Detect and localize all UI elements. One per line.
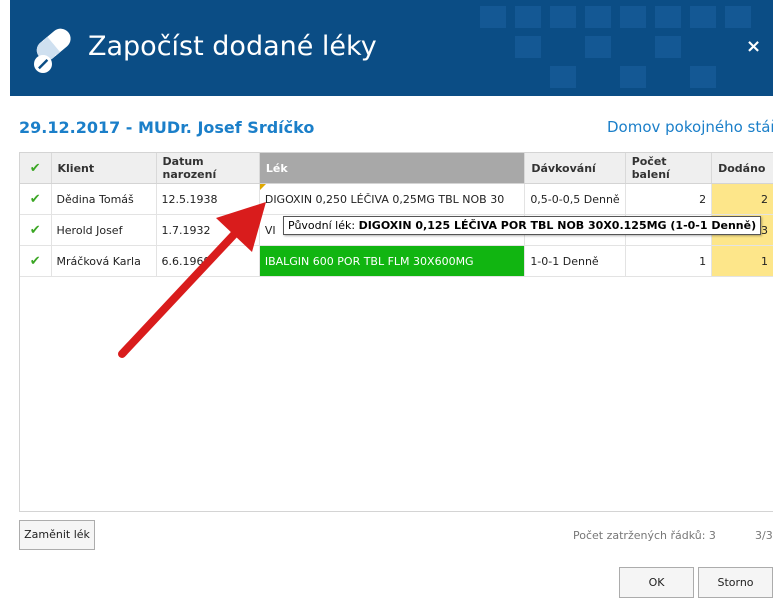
- dialog-title: Započíst dodané léky: [88, 31, 377, 62]
- cell-datum: 6.6.1969: [156, 245, 260, 277]
- cell-klient: Herold Josef: [51, 214, 157, 246]
- cell-klient: Mráčková Karla: [51, 245, 157, 277]
- cell-pocet: 2: [625, 183, 713, 215]
- row-check-icon[interactable]: ✔: [20, 214, 52, 246]
- tooltip-text: DIGOXIN 0,125 LÉČIVA POR TBL NOB 30X0.12…: [358, 219, 757, 232]
- row-check-icon[interactable]: ✔: [20, 183, 52, 215]
- cell-dodano[interactable]: 1: [711, 245, 773, 277]
- cell-lek-text: DIGOXIN 0,250 LÉČIVA 0,25MG TBL NOB 30: [264, 192, 505, 206]
- column-header-dodano[interactable]: Dodáno: [711, 153, 773, 184]
- pills-icon: [34, 28, 71, 73]
- checked-rows-count: Počet zatržených řádků: 3: [573, 529, 716, 542]
- ok-button[interactable]: OK: [619, 567, 694, 598]
- row-check-icon[interactable]: ✔: [20, 245, 52, 277]
- tooltip-prefix: Původní lék:: [288, 219, 356, 232]
- column-header-datum[interactable]: Datum narození: [156, 153, 260, 184]
- column-header-check[interactable]: ✔: [20, 153, 52, 184]
- dialog-header: Započíst dodané léky ×: [10, 0, 773, 96]
- table-header-row: ✔ Klient Datum narození Lék Dávkování Po…: [20, 153, 773, 184]
- cell-klient: Dědina Tomáš: [51, 183, 157, 215]
- changed-marker-icon: [259, 184, 266, 190]
- facility-link[interactable]: Domov pokojného stáří: [607, 118, 773, 136]
- replace-drug-button[interactable]: Zaměnit lék: [19, 520, 95, 550]
- table-row[interactable]: ✔ Dědina Tomáš 12.5.1938 DIGOXIN 0,250 L…: [20, 183, 773, 215]
- date-doctor-heading: 29.12.2017 - MUDr. Josef Srdíčko: [19, 118, 315, 137]
- cell-lek[interactable]: DIGOXIN 0,250 LÉČIVA 0,25MG TBL NOB 30: [259, 183, 526, 215]
- cell-pocet: 1: [625, 245, 713, 277]
- column-header-davkovani[interactable]: Dávkování: [524, 153, 626, 184]
- cell-dodano[interactable]: 2: [711, 183, 773, 215]
- cancel-button[interactable]: Storno: [698, 567, 773, 598]
- cell-lek[interactable]: IBALGIN 600 POR TBL FLM 30X600MG: [259, 245, 526, 277]
- close-icon[interactable]: ×: [746, 36, 761, 57]
- table-row[interactable]: ✔ Mráčková Karla 6.6.1969 IBALGIN 600 PO…: [20, 245, 773, 277]
- cell-davkovani: 0,5-0-0,5 Denně: [524, 183, 626, 215]
- column-header-lek[interactable]: Lék: [259, 153, 526, 184]
- medications-grid: ✔ Klient Datum narození Lék Dávkování Po…: [19, 152, 773, 512]
- cell-davkovani: 1-0-1 Denně: [524, 245, 626, 277]
- page-indicator: 3/3: [755, 529, 773, 542]
- cell-datum: 12.5.1938: [156, 183, 260, 215]
- column-header-klient[interactable]: Klient: [51, 153, 157, 184]
- column-header-pocet[interactable]: Počet balení: [625, 153, 713, 184]
- original-drug-tooltip: Původní lék: DIGOXIN 0,125 LÉČIVA POR TB…: [283, 216, 762, 235]
- cell-datum: 1.7.1932: [156, 214, 260, 246]
